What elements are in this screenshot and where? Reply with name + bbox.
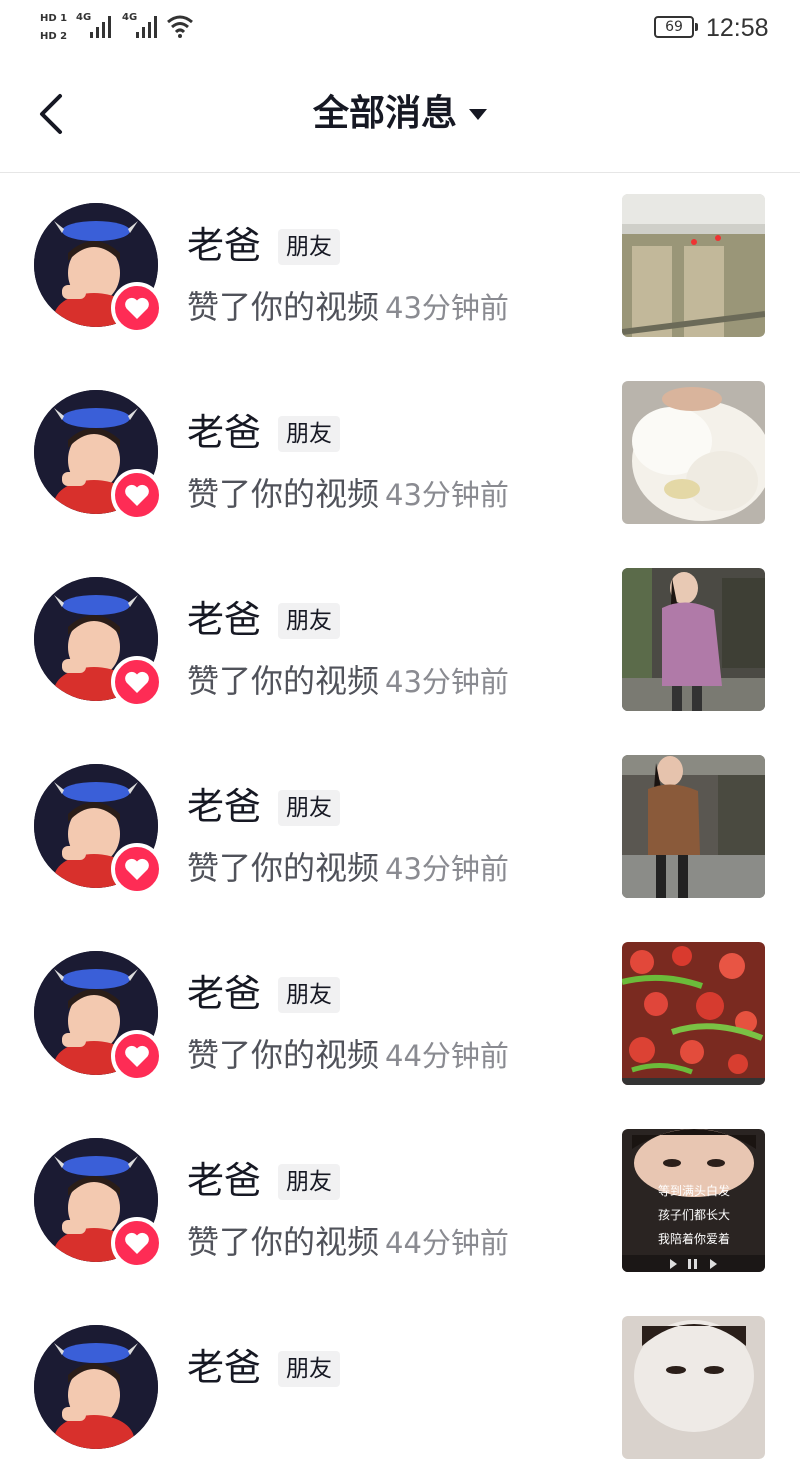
timestamp: 43分钟前 bbox=[385, 665, 509, 699]
heart-badge bbox=[111, 843, 163, 895]
notification-row[interactable]: 老爸 朋友 赞了你的视频 43分钟前 bbox=[0, 734, 800, 921]
avatar[interactable] bbox=[34, 1325, 158, 1449]
action-text: 赞了你的视频 bbox=[187, 288, 380, 326]
notification-row[interactable]: 老爸 朋友 赞了你的视频 43分钟前 bbox=[0, 173, 800, 360]
action-text: 赞了你的视频 bbox=[187, 1036, 380, 1074]
friend-tag: 朋友 bbox=[278, 790, 340, 826]
notification-row[interactable]: 老爸 朋友 bbox=[0, 1295, 800, 1482]
lyric-line-1: 等到满头白发 bbox=[658, 1183, 730, 1198]
heart-badge bbox=[111, 1217, 163, 1269]
heart-icon bbox=[125, 484, 149, 506]
header: 全部消息 bbox=[0, 56, 800, 173]
sim2-label: HD 2 bbox=[40, 31, 68, 42]
timestamp: 43分钟前 bbox=[385, 478, 509, 512]
friend-tag: 朋友 bbox=[278, 229, 340, 265]
user-name[interactable]: 老爸 bbox=[187, 597, 261, 643]
caret-down-icon bbox=[469, 108, 487, 120]
notification-row[interactable]: 老爸 朋友 赞了你的视频 44分钟前 等到满头白发 孩子们都长大 我陪着你爱着 bbox=[0, 1108, 800, 1295]
wifi-icon bbox=[167, 15, 193, 38]
lyric-line-3: 我陪着你爱着 bbox=[658, 1231, 730, 1246]
signal-icon: 4G bbox=[76, 12, 114, 40]
video-thumbnail[interactable] bbox=[622, 1316, 765, 1459]
notification-text: 赞了你的视频 44分钟前 bbox=[187, 1220, 509, 1265]
sim-indicator: HD 1 HD 2 bbox=[40, 10, 70, 46]
heart-badge bbox=[111, 656, 163, 708]
heart-icon bbox=[125, 1232, 149, 1254]
friend-tag: 朋友 bbox=[278, 1351, 340, 1387]
video-thumbnail[interactable] bbox=[622, 194, 765, 337]
notification-text: 赞了你的视频 43分钟前 bbox=[187, 472, 509, 517]
heart-badge bbox=[111, 1030, 163, 1082]
user-name[interactable]: 老爸 bbox=[187, 784, 261, 830]
user-name[interactable]: 老爸 bbox=[187, 1345, 261, 1391]
timestamp: 43分钟前 bbox=[385, 291, 509, 325]
heart-icon bbox=[125, 297, 149, 319]
timestamp: 44分钟前 bbox=[385, 1039, 509, 1073]
heart-icon bbox=[125, 858, 149, 880]
notification-text: 赞了你的视频 43分钟前 bbox=[187, 846, 509, 891]
heart-badge bbox=[111, 469, 163, 521]
status-bar: HD 1 HD 2 4G 4G 69 12:58 bbox=[0, 0, 800, 56]
video-thumbnail[interactable]: 等到满头白发 孩子们都长大 我陪着你爱着 bbox=[622, 1129, 765, 1272]
video-thumbnail[interactable] bbox=[622, 942, 765, 1085]
video-thumbnail[interactable] bbox=[622, 381, 765, 524]
notification-text: 赞了你的视频 44分钟前 bbox=[187, 1033, 509, 1078]
network-type-2: 4G bbox=[122, 12, 138, 23]
timestamp: 44分钟前 bbox=[385, 1226, 509, 1260]
friend-tag: 朋友 bbox=[278, 1164, 340, 1200]
user-name[interactable]: 老爸 bbox=[187, 410, 261, 456]
friend-tag: 朋友 bbox=[278, 416, 340, 452]
heart-icon bbox=[125, 671, 149, 693]
signal-icon: 4G bbox=[122, 12, 160, 40]
friend-tag: 朋友 bbox=[278, 977, 340, 1013]
action-text: 赞了你的视频 bbox=[187, 849, 380, 887]
status-time: 12:58 bbox=[706, 14, 769, 42]
lyric-line-2: 孩子们都长大 bbox=[658, 1207, 730, 1222]
user-name[interactable]: 老爸 bbox=[187, 223, 261, 269]
action-text: 赞了你的视频 bbox=[187, 1223, 380, 1261]
message-filter-dropdown[interactable]: 全部消息 bbox=[0, 90, 800, 138]
notification-text: 赞了你的视频 43分钟前 bbox=[187, 659, 509, 704]
notification-text: 赞了你的视频 43分钟前 bbox=[187, 285, 509, 330]
action-text: 赞了你的视频 bbox=[187, 475, 380, 513]
user-name[interactable]: 老爸 bbox=[187, 1158, 261, 1204]
video-thumbnail[interactable] bbox=[622, 568, 765, 711]
heart-badge bbox=[111, 282, 163, 334]
video-thumbnail[interactable] bbox=[622, 755, 765, 898]
sim1-label: HD 1 bbox=[40, 13, 68, 24]
page-title: 全部消息 bbox=[312, 93, 457, 134]
notification-row[interactable]: 老爸 朋友 赞了你的视频 43分钟前 bbox=[0, 360, 800, 547]
notification-row[interactable]: 老爸 朋友 赞了你的视频 43分钟前 bbox=[0, 547, 800, 734]
heart-icon bbox=[125, 1045, 149, 1067]
action-text: 赞了你的视频 bbox=[187, 662, 380, 700]
friend-tag: 朋友 bbox=[278, 603, 340, 639]
user-name[interactable]: 老爸 bbox=[187, 971, 261, 1017]
notification-row[interactable]: 老爸 朋友 赞了你的视频 44分钟前 bbox=[0, 921, 800, 1108]
timestamp: 43分钟前 bbox=[385, 852, 509, 886]
network-type-1: 4G bbox=[76, 12, 92, 23]
battery-icon: 69 bbox=[654, 16, 698, 38]
